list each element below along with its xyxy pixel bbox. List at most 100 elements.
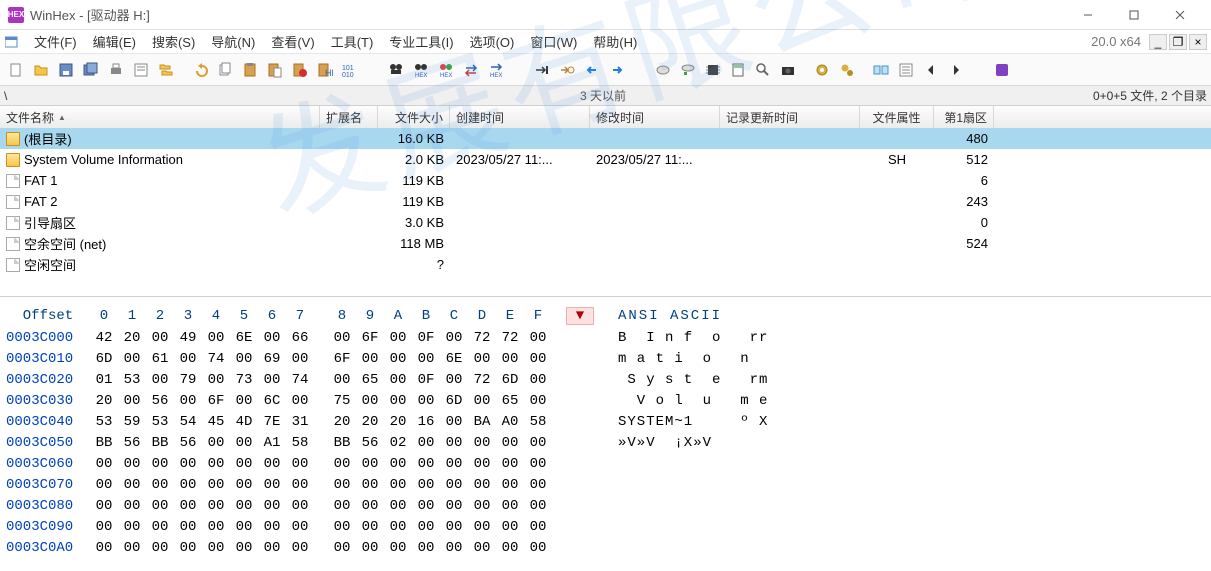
hex-byte[interactable]: 00 [286,393,314,409]
hex-byte[interactable]: 61 [146,351,174,367]
mdi-restore-icon[interactable]: ❐ [1169,34,1187,50]
hex-byte[interactable]: BB [328,435,356,451]
hex-byte[interactable]: 00 [286,477,314,493]
hex-byte[interactable]: 53 [90,414,118,430]
replace-hex-icon[interactable]: HEX [484,58,508,82]
hex-byte[interactable]: 6D [440,393,468,409]
hex-byte[interactable]: 00 [328,540,356,556]
hex-byte[interactable]: 00 [384,477,412,493]
hex-byte[interactable]: 6D [496,372,524,388]
paste-icon[interactable] [263,58,287,82]
hex-byte[interactable]: 00 [496,456,524,472]
hex-byte[interactable]: 00 [412,498,440,514]
hex-byte[interactable]: BB [146,435,174,451]
hex-byte[interactable]: 00 [496,498,524,514]
hex-byte[interactable]: 66 [286,330,314,346]
hex-byte[interactable]: 00 [468,393,496,409]
hex-byte[interactable]: 00 [230,477,258,493]
hex-byte[interactable]: 00 [384,540,412,556]
hex-byte[interactable]: 00 [174,519,202,535]
clipboard-icon[interactable] [238,58,262,82]
hex-byte[interactable]: 00 [90,519,118,535]
hex-byte[interactable]: 56 [146,393,174,409]
hex-byte[interactable]: 74 [286,372,314,388]
hex-byte[interactable]: BB [90,435,118,451]
hex-byte[interactable]: 00 [356,393,384,409]
hex-byte[interactable]: 00 [356,351,384,367]
hex-byte[interactable]: 00 [258,498,286,514]
hex-byte[interactable]: 00 [258,519,286,535]
hex-row[interactable]: 0003C00042200049006E0066006F000F00727200… [6,327,1205,348]
hex-byte[interactable]: 00 [258,477,286,493]
col-mtime[interactable]: 修改时间 [590,106,720,128]
hex-byte[interactable]: 00 [286,540,314,556]
hex-byte[interactable]: 00 [384,372,412,388]
find-text-icon[interactable] [384,58,408,82]
hex-byte[interactable]: 00 [174,477,202,493]
menu-item[interactable]: 编辑(E) [85,30,144,53]
hex-byte[interactable]: 00 [174,456,202,472]
hex-byte[interactable]: 65 [356,372,384,388]
hex-row[interactable]: 0003C050BB56BB560000A158BB56020000000000… [6,432,1205,453]
hex-byte[interactable]: 00 [90,498,118,514]
hex-byte[interactable]: 00 [412,435,440,451]
col-ctime[interactable]: 创建时间 [450,106,590,128]
hex-byte[interactable]: 54 [174,414,202,430]
hex-row[interactable]: 0003C0A000000000000000000000000000000000 [6,537,1205,558]
hex-byte[interactable]: 65 [496,393,524,409]
hex-byte[interactable]: 00 [202,477,230,493]
table-row[interactable]: FAT 2119 KB243 [0,191,1211,212]
replace-icon[interactable] [459,58,483,82]
hex-byte[interactable]: 00 [440,435,468,451]
hex-byte[interactable]: 0F [412,372,440,388]
hex-byte[interactable]: 6D [90,351,118,367]
hex-byte[interactable]: 00 [146,540,174,556]
properties-icon[interactable] [129,58,153,82]
hex-row[interactable]: 0003C0106D006100740069006F0000006E000000… [6,348,1205,369]
hex-byte[interactable]: 00 [328,519,356,535]
hex-byte[interactable]: 59 [118,414,146,430]
open-ram-icon[interactable] [676,58,700,82]
table-row[interactable]: System Volume Information2.0 KB2023/05/2… [0,149,1211,170]
hex-insert-icon[interactable]: 101010 [338,58,362,82]
hex-byte[interactable]: 00 [412,477,440,493]
hex-byte[interactable]: 00 [146,372,174,388]
hex-byte[interactable]: 00 [384,456,412,472]
hex-byte[interactable]: 49 [174,330,202,346]
hex-byte[interactable]: 00 [356,498,384,514]
hex-byte[interactable]: 6F [202,393,230,409]
maximize-button[interactable] [1111,0,1157,30]
hex-byte[interactable]: 6C [258,393,286,409]
hex-row[interactable]: 0003C02001530079007300740065000F00726D00… [6,369,1205,390]
hex-byte[interactable]: 69 [258,351,286,367]
hex-byte[interactable]: 00 [258,372,286,388]
hex-byte[interactable]: 00 [384,393,412,409]
hex-byte[interactable]: 00 [384,330,412,346]
hex-byte[interactable]: 00 [202,498,230,514]
hex-byte[interactable]: 58 [524,414,552,430]
hex-byte[interactable]: 00 [524,435,552,451]
hex-byte[interactable]: 0F [412,330,440,346]
menu-item[interactable]: 导航(N) [203,30,263,53]
hex-byte[interactable]: 00 [174,393,202,409]
menu-item[interactable]: 查看(V) [263,30,322,53]
goto-sector-icon[interactable] [555,58,579,82]
hex-byte[interactable]: 00 [202,519,230,535]
hex-byte[interactable]: 00 [202,330,230,346]
hex-byte[interactable]: 20 [356,414,384,430]
hex-row[interactable]: 0003C09000000000000000000000000000000000 [6,516,1205,537]
template-icon[interactable] [869,58,893,82]
back-icon[interactable] [580,58,604,82]
hex-byte[interactable]: 00 [90,456,118,472]
open-folder-icon[interactable] [29,58,53,82]
forward-icon[interactable] [605,58,629,82]
col-attr[interactable]: 文件属性 [860,106,934,128]
hex-byte[interactable]: 00 [202,540,230,556]
hex-byte[interactable]: 00 [524,393,552,409]
hex-row[interactable]: 0003C08000000000000000000000000000000000 [6,495,1205,516]
hex-byte[interactable]: 00 [496,519,524,535]
hex-byte[interactable]: 00 [328,372,356,388]
hex-byte[interactable]: 00 [468,477,496,493]
hex-byte[interactable]: BA [468,414,496,430]
menu-item[interactable]: 窗口(W) [522,30,585,53]
